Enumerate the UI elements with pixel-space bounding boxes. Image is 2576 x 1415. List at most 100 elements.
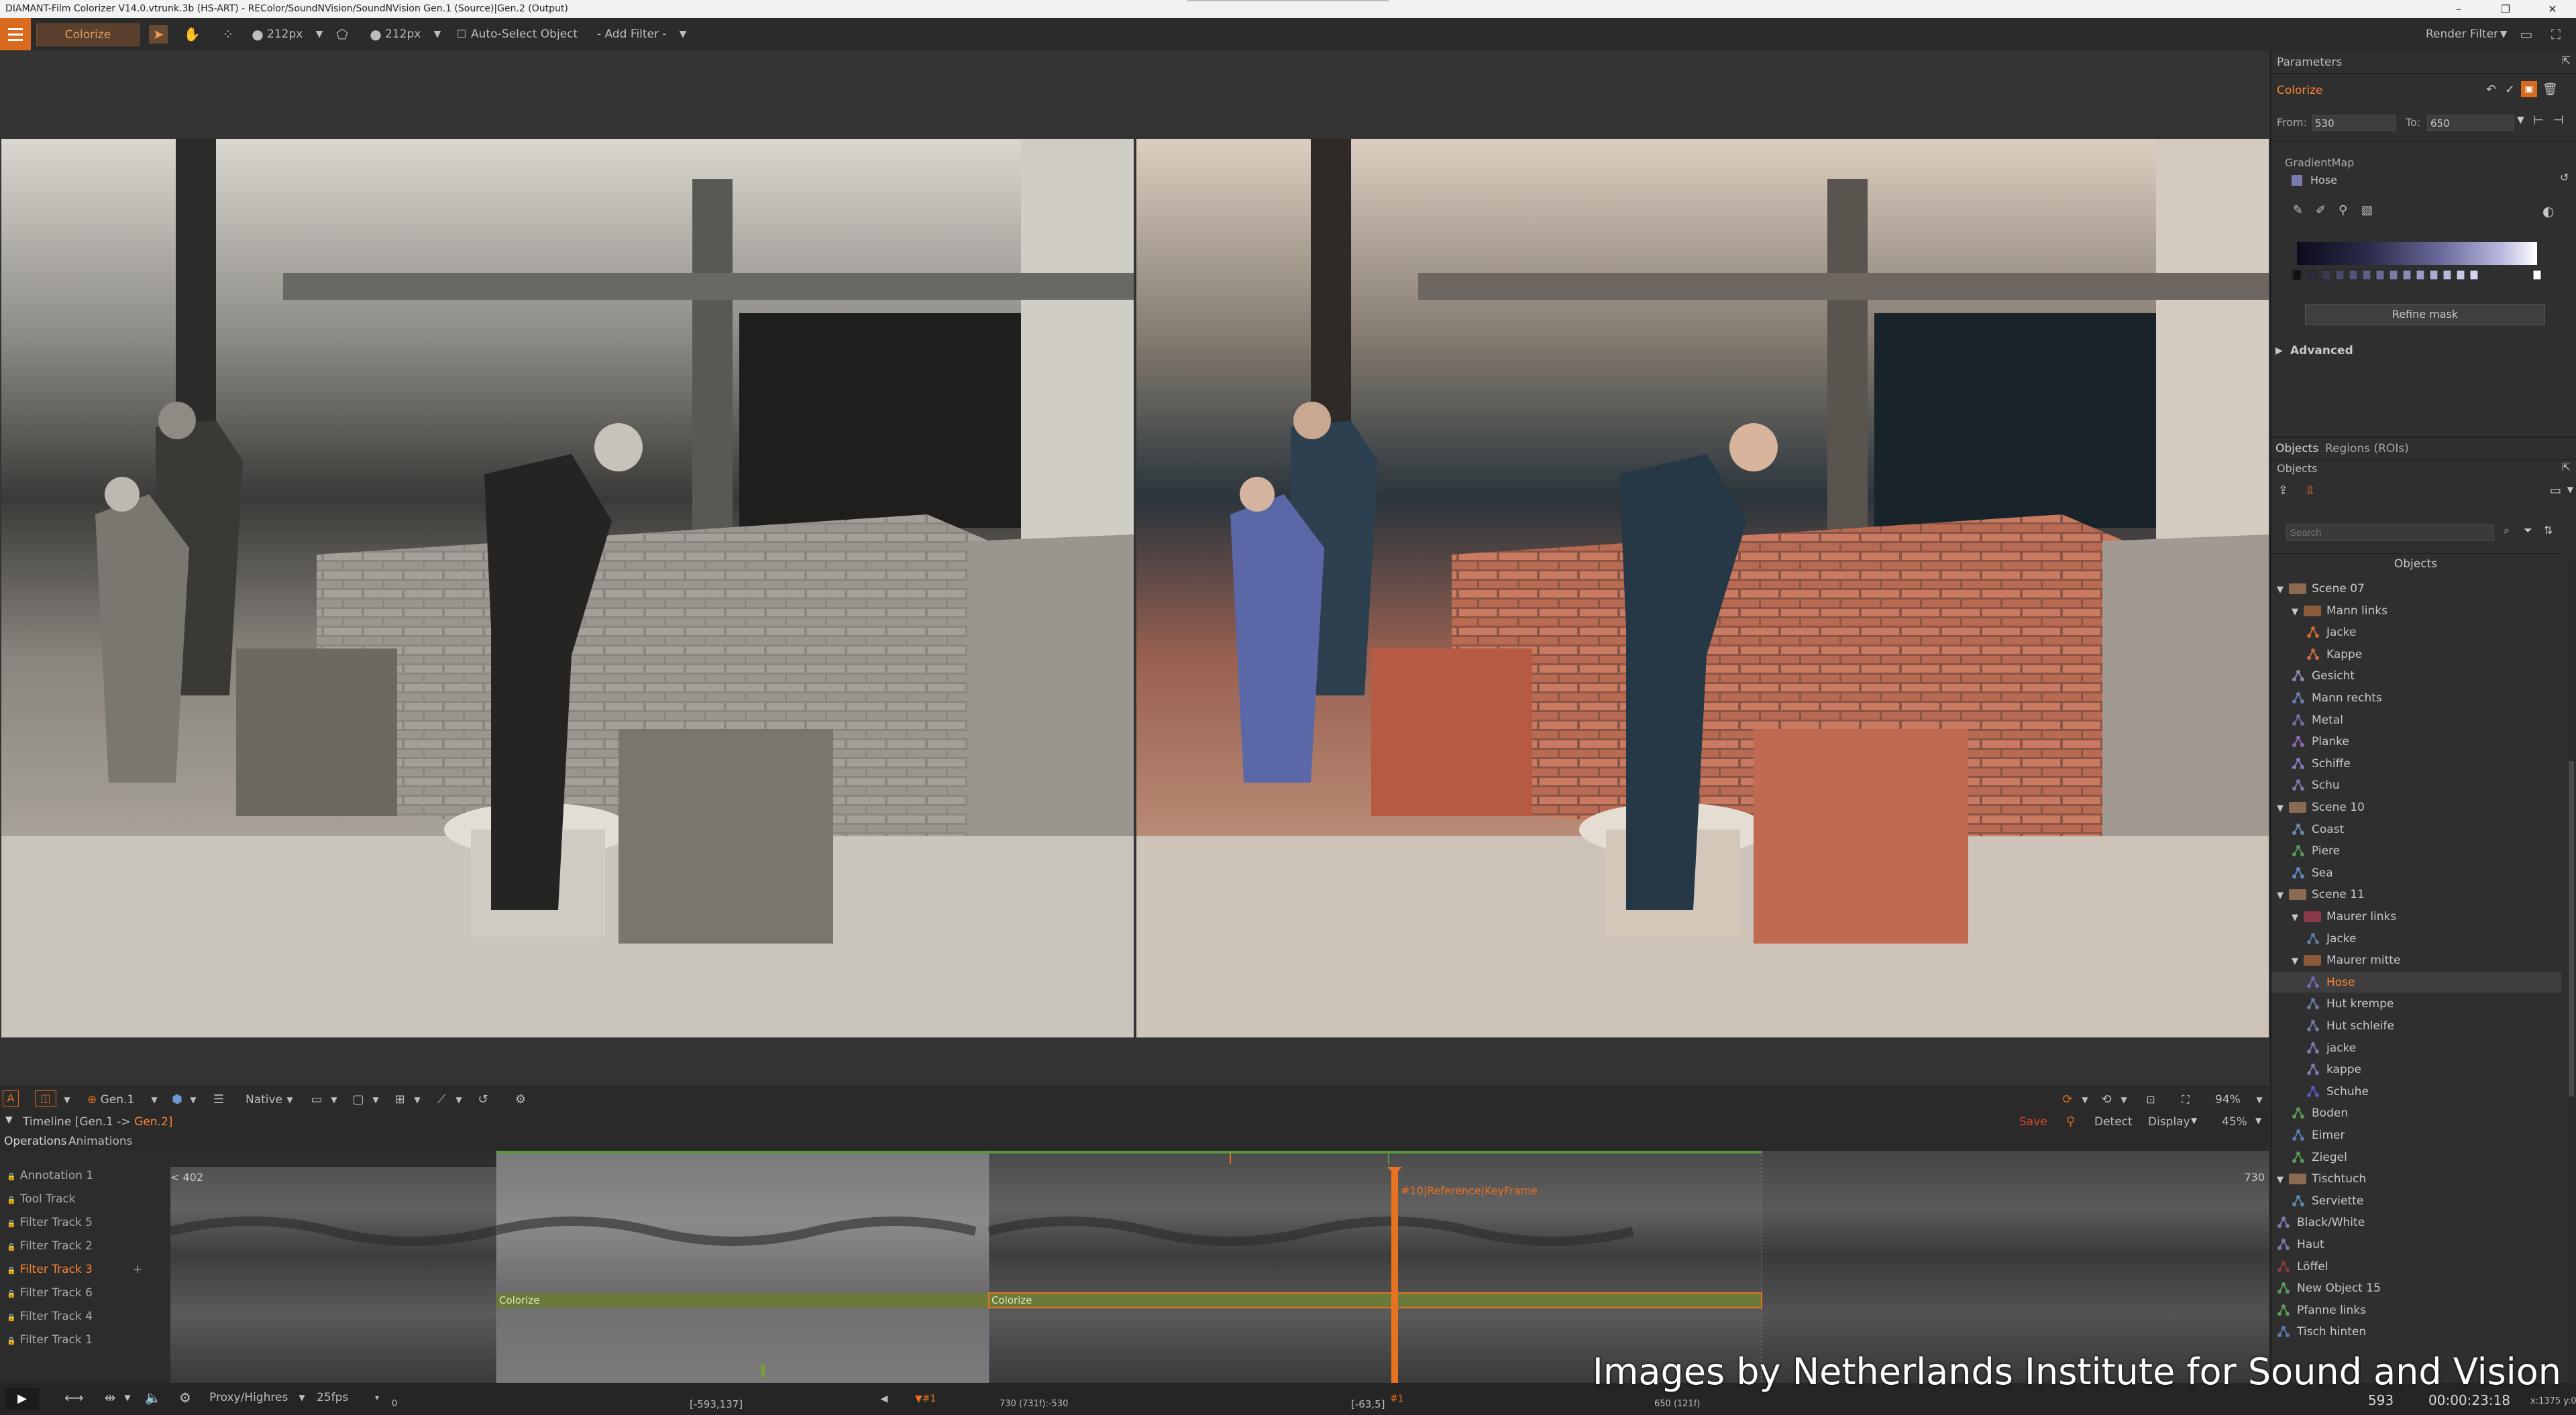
- chevron-down-icon[interactable]: ▼: [674, 25, 692, 44]
- source-frame[interactable]: [1, 139, 1134, 1037]
- chevron-down-icon[interactable]: ▼: [2076, 1090, 2094, 1109]
- chevron-down-icon[interactable]: ▼: [184, 1090, 203, 1109]
- chevron-down-icon[interactable]: ▼: [2277, 585, 2284, 595]
- tree-folder[interactable]: ▼ Maurer mitte: [2271, 950, 2561, 970]
- spin-icon[interactable]: ▾: [368, 1388, 386, 1407]
- chevron-down-icon[interactable]: ▼: [2567, 485, 2573, 494]
- tree-object[interactable]: Hut schleife: [2271, 1016, 2561, 1036]
- tree-object[interactable]: Eimer: [2271, 1125, 2561, 1145]
- render-filter-dropdown[interactable]: Render Filter: [2426, 25, 2498, 44]
- chevron-down-icon[interactable]: ▼: [145, 1090, 164, 1109]
- chevron-down-icon[interactable]: ▼: [2250, 1090, 2269, 1109]
- chevron-down-icon[interactable]: ▼: [2292, 607, 2298, 617]
- volume-icon[interactable]: 🔈: [144, 1388, 162, 1407]
- contrast-icon[interactable]: ◐: [2542, 203, 2554, 219]
- tree-folder[interactable]: ▼ Tischtuch: [2271, 1169, 2561, 1189]
- timeline-track[interactable]: 🔒 Filter Track 1: [7, 1328, 93, 1352]
- colorize-clip-1[interactable]: Colorize: [499, 1293, 539, 1308]
- minimize-button[interactable]: –: [2435, 0, 2482, 18]
- fullscreen-view-icon[interactable]: ⛶: [2176, 1090, 2195, 1109]
- gear-icon[interactable]: ⚙: [176, 1388, 195, 1407]
- close-button[interactable]: ✕: [2529, 0, 2576, 18]
- chevron-down-icon[interactable]: ▼: [5, 1115, 13, 1125]
- set-out-icon[interactable]: ⊣: [2553, 113, 2564, 127]
- tree-object[interactable]: Black/White: [2271, 1212, 2561, 1233]
- tree-object[interactable]: Jacke: [2271, 929, 2561, 949]
- lock-icon[interactable]: 🔒: [7, 1196, 16, 1204]
- trash-icon[interactable]: 🗑: [2542, 82, 2558, 97]
- brush-size-1[interactable]: 212px: [267, 25, 303, 44]
- prev-marker-icon[interactable]: ◀: [875, 1390, 894, 1408]
- refine-mask-button[interactable]: Refine mask: [2305, 304, 2545, 325]
- gradient-map-bar[interactable]: [2297, 242, 2537, 265]
- timeline-track[interactable]: 🔒 Tool Track: [7, 1188, 76, 1211]
- lock-icon[interactable]: 🔒: [7, 1243, 16, 1251]
- timeline-track[interactable]: 🔒 Filter Track 4: [7, 1305, 93, 1328]
- layout-icon[interactable]: ▭: [2517, 25, 2536, 44]
- hamburger-menu-button[interactable]: [0, 18, 31, 50]
- tree-object[interactable]: Tisch hinten: [2271, 1322, 2561, 1342]
- gradient-tool-icon[interactable]: ⚲: [2339, 203, 2347, 217]
- chevron-down-icon[interactable]: ▼: [310, 25, 329, 44]
- gear-icon[interactable]: ⚙: [511, 1090, 530, 1109]
- timeline-track[interactable]: 🔒 Filter Track 2: [7, 1235, 93, 1258]
- colorize-clip-2[interactable]: Colorize: [991, 1293, 1032, 1308]
- objects-search-input[interactable]: [2286, 524, 2494, 541]
- play-icon[interactable]: ▶: [5, 1388, 39, 1410]
- tree-object[interactable]: Gesicht: [2271, 666, 2561, 686]
- grid-icon[interactable]: ⊞: [390, 1090, 409, 1109]
- tab-operations[interactable]: Operations: [4, 1132, 66, 1151]
- timeline-track[interactable]: 🔒 Filter Track 6: [7, 1282, 93, 1305]
- add-track-icon[interactable]: +: [133, 1258, 142, 1282]
- graph-icon[interactable]: ⟋: [432, 1090, 451, 1109]
- play-mode-icon[interactable]: ⟳: [2058, 1090, 2077, 1109]
- auto-select-label[interactable]: Auto-Select Object: [471, 25, 578, 44]
- tree-folder[interactable]: ▼ Maurer links: [2271, 907, 2561, 927]
- tree-object[interactable]: Sea: [2271, 863, 2561, 883]
- filter-icon[interactable]: ⏷: [2524, 524, 2532, 537]
- chevron-down-icon[interactable]: ▼: [2114, 1090, 2133, 1109]
- tree-object[interactable]: Mann rechts: [2271, 688, 2561, 708]
- tree-object[interactable]: Pfanne links: [2271, 1300, 2561, 1320]
- tree-object[interactable]: Schu: [2271, 775, 2561, 795]
- popout-icon[interactable]: ⇱: [2562, 54, 2571, 67]
- sort-icon[interactable]: ⇅: [2544, 524, 2553, 536]
- tree-folder[interactable]: ▼ Scene 10: [2271, 797, 2561, 817]
- tab-regions[interactable]: Regions (ROIs): [2325, 442, 2409, 455]
- marker-2[interactable]: #1: [1390, 1390, 1404, 1408]
- jump-icon[interactable]: ⟷: [64, 1388, 84, 1407]
- chevron-down-icon[interactable]: ▼: [2277, 803, 2284, 813]
- chevron-down-icon[interactable]: ▼: [2255, 1116, 2261, 1125]
- filter-select-button[interactable]: Colorize: [36, 23, 140, 46]
- brush-size-icon-1[interactable]: ●: [248, 25, 267, 44]
- safe-area-icon[interactable]: ▢: [349, 1090, 368, 1109]
- chevron-down-icon[interactable]: ▼: [2517, 115, 2524, 125]
- tree-object[interactable]: Jacke: [2271, 622, 2561, 642]
- advanced-section[interactable]: Advanced: [2290, 344, 2353, 357]
- tree-object[interactable]: Haut: [2271, 1235, 2561, 1255]
- source-view-icon[interactable]: A: [3, 1090, 19, 1107]
- transform-icon[interactable]: ⁘: [219, 25, 237, 44]
- lock-icon[interactable]: 🔒: [7, 1172, 16, 1181]
- native-dropdown[interactable]: Native: [246, 1090, 282, 1109]
- polygon-icon[interactable]: ⬠: [333, 25, 352, 44]
- chevron-down-icon[interactable]: ▼: [325, 1090, 343, 1109]
- keyframe-label[interactable]: #10|Reference|KeyFrame: [1401, 1184, 1538, 1197]
- tree-object[interactable]: Planke: [2271, 732, 2561, 752]
- tree-object[interactable]: Kappe: [2271, 644, 2561, 665]
- chevron-down-icon[interactable]: ▼: [2494, 25, 2513, 44]
- tree-object[interactable]: New Object 15: [2271, 1278, 2561, 1298]
- chevron-down-icon[interactable]: ▼: [2292, 956, 2298, 966]
- check-icon[interactable]: ✓: [2505, 82, 2515, 97]
- brush-size-icon-2[interactable]: ●: [366, 25, 385, 44]
- tree-object[interactable]: Schuhe: [2271, 1082, 2561, 1102]
- lock-icon[interactable]: 🔒: [7, 1313, 16, 1322]
- eyedropper-icon[interactable]: ✎: [2293, 203, 2303, 217]
- pen-icon[interactable]: ✐: [2316, 203, 2326, 217]
- chevron-down-icon[interactable]: ▼: [2191, 1116, 2197, 1125]
- chevron-down-icon[interactable]: ▼: [280, 1090, 299, 1109]
- lock-icon[interactable]: 🔒: [7, 1290, 16, 1298]
- objects-scrollbar[interactable]: [2568, 560, 2575, 1385]
- popout-icon[interactable]: ⇱: [2562, 461, 2571, 473]
- chevron-down-icon[interactable]: ▼: [2292, 913, 2298, 923]
